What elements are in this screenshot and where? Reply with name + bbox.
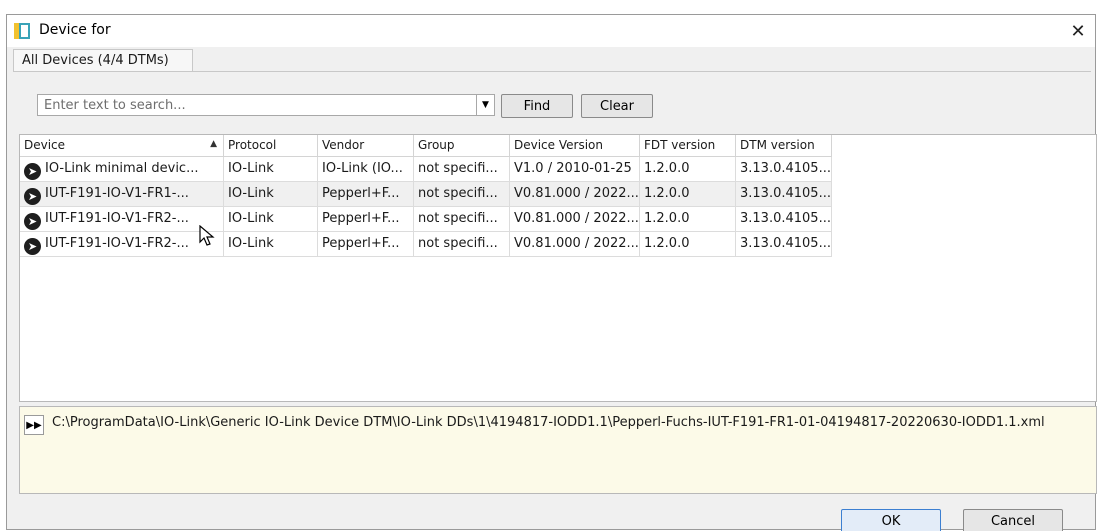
- group-cell: not specifi...: [414, 232, 510, 257]
- table-row[interactable]: ➤ IUT-F191-IO-V1-FR1-... IO-Link Pepperl+…: [20, 182, 832, 207]
- vendor-cell: Pepperl+F...: [318, 207, 414, 232]
- protocol-cell: IO-Link: [224, 232, 318, 257]
- group-cell: not specifi...: [414, 182, 510, 207]
- search-history-dropdown[interactable]: ▼: [477, 94, 495, 116]
- io-link-device-icon: ➤: [24, 163, 41, 180]
- device-name: IUT-F191-IO-V1-FR2-...: [45, 211, 189, 226]
- device-name: IUT-F191-IO-V1-FR1-...: [45, 186, 189, 201]
- table-row[interactable]: ➤ IO-Link minimal devic... IO-Link IO-Lin…: [20, 157, 832, 182]
- app-icon: [14, 23, 30, 39]
- device-version-cell: V0.81.000 / 2022...: [510, 207, 640, 232]
- group-cell: not specifi...: [414, 207, 510, 232]
- fdt-version-cell: 1.2.0.0: [640, 157, 736, 182]
- file-path-panel: ▶▶ C:\ProgramData\IO-Link\Generic IO-Lin…: [19, 406, 1097, 494]
- find-button[interactable]: Find: [501, 94, 573, 118]
- column-header-group[interactable]: Group: [414, 135, 510, 157]
- vendor-cell: IO-Link (IO...: [318, 157, 414, 182]
- group-cell: not specifi...: [414, 157, 510, 182]
- tab-divider: [13, 71, 1091, 72]
- search-input[interactable]: [37, 94, 477, 116]
- protocol-cell: IO-Link: [224, 182, 318, 207]
- device-version-cell: V0.81.000 / 2022...: [510, 232, 640, 257]
- io-link-device-icon: ➤: [24, 188, 41, 205]
- protocol-cell: IO-Link: [224, 157, 318, 182]
- column-header-fdt-version[interactable]: FDT version: [640, 135, 736, 157]
- protocol-cell: IO-Link: [224, 207, 318, 232]
- io-link-device-icon: ➤: [24, 238, 41, 255]
- window-title: Device for: [39, 22, 111, 38]
- cancel-button[interactable]: Cancel: [963, 509, 1063, 531]
- close-button[interactable]: ✕: [1061, 15, 1095, 47]
- device-table: Device ▲ Protocol Vendor Group Device Ve…: [19, 134, 1097, 402]
- sort-ascending-icon: ▲: [210, 139, 217, 149]
- column-header-protocol[interactable]: Protocol: [224, 135, 318, 157]
- table-row[interactable]: ➤ IUT-F191-IO-V1-FR2-... IO-Link Pepperl+…: [20, 232, 832, 257]
- column-header-dtm-version[interactable]: DTM version: [736, 135, 832, 157]
- fdt-version-cell: 1.2.0.0: [640, 207, 736, 232]
- title-bar: Device for ✕: [7, 15, 1095, 47]
- device-name: IUT-F191-IO-V1-FR2-...: [45, 236, 189, 251]
- dtm-version-cell: 3.13.0.4105...: [736, 232, 832, 257]
- fdt-version-cell: 1.2.0.0: [640, 182, 736, 207]
- dtm-version-cell: 3.13.0.4105...: [736, 157, 832, 182]
- window-top-strip: [0, 0, 1102, 6]
- table-header: Device ▲ Protocol Vendor Group Device Ve…: [20, 135, 832, 157]
- mouse-pointer-icon: [199, 225, 215, 246]
- io-link-device-icon: ➤: [24, 213, 41, 230]
- fdt-version-cell: 1.2.0.0: [640, 232, 736, 257]
- device-version-cell: V1.0 / 2010-01-25: [510, 157, 640, 182]
- column-header-device-version[interactable]: Device Version: [510, 135, 640, 157]
- chevron-down-icon: ▼: [482, 100, 489, 110]
- column-header-vendor[interactable]: Vendor: [318, 135, 414, 157]
- device-version-cell: V0.81.000 / 2022...: [510, 182, 640, 207]
- device-name: IO-Link minimal devic...: [45, 161, 199, 176]
- table-row[interactable]: ➤ IUT-F191-IO-V1-FR2-... IO-Link Pepperl+…: [20, 207, 832, 232]
- tab-all-devices[interactable]: All Devices (4/4 DTMs): [13, 49, 193, 71]
- column-header-device[interactable]: Device ▲: [20, 135, 224, 157]
- close-icon: ✕: [1070, 20, 1086, 42]
- ok-button[interactable]: OK: [841, 509, 941, 531]
- dtm-version-cell: 3.13.0.4105...: [736, 182, 832, 207]
- clear-button[interactable]: Clear: [581, 94, 653, 118]
- vendor-cell: Pepperl+F...: [318, 182, 414, 207]
- double-chevron-right-icon: ▶▶: [26, 419, 42, 431]
- vendor-cell: Pepperl+F...: [318, 232, 414, 257]
- expand-details-button[interactable]: ▶▶: [24, 415, 44, 435]
- dtm-version-cell: 3.13.0.4105...: [736, 207, 832, 232]
- device-for-dialog: Device for ✕ All Devices (4/4 DTMs) ▼ Fi…: [6, 14, 1097, 531]
- file-path-text: C:\ProgramData\IO-Link\Generic IO-Link D…: [52, 415, 1045, 430]
